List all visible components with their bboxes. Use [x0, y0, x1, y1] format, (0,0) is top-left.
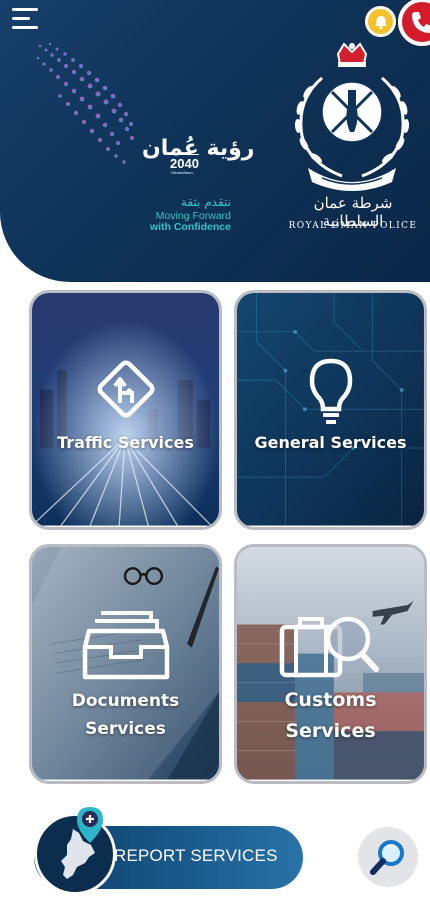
vision-sub: OmanVision — [171, 170, 193, 175]
bell-icon[interactable] — [365, 6, 396, 37]
customs-services-label: Customs Services — [237, 685, 424, 747]
lightbulb-icon — [237, 357, 424, 427]
general-services-card[interactable]: General Services — [234, 290, 427, 530]
vision-tagline-line2: with Confidence — [149, 221, 231, 233]
royal-oman-police-emblem — [294, 42, 410, 191]
documents-label-line1: Documents — [71, 691, 180, 711]
hamburger-menu-icon[interactable] — [12, 8, 42, 30]
general-services-label: General Services — [254, 433, 407, 452]
documents-label-line2: Services — [85, 719, 166, 739]
traffic-services-label: Traffic Services — [57, 433, 194, 452]
customs-label-line2: Services — [285, 720, 376, 742]
file-tray-icon — [32, 607, 219, 683]
header-banner: رؤية عُمان 2040 OmanVision نتقدم بثقة Mo… — [0, 0, 430, 282]
report-services-label: REPORT SERVICES — [114, 846, 278, 865]
vision-year: 2040 — [170, 154, 199, 171]
search-icon[interactable] — [358, 827, 418, 887]
vision-tagline-arabic: نتقدم بثقة — [180, 195, 231, 209]
documents-services-label: Documents Services — [32, 687, 219, 743]
customs-services-card[interactable]: Customs Services — [234, 544, 427, 784]
road-sign-icon — [32, 355, 219, 423]
documents-services-card[interactable]: Documents Services — [29, 544, 222, 784]
location-plus-pin-icon — [77, 807, 103, 843]
luggage-search-icon — [237, 611, 424, 681]
royal-oman-police-english: ROYAL OMAN POLICE — [288, 221, 418, 231]
traffic-services-card[interactable]: Traffic Services — [29, 290, 222, 530]
customs-label-line1: Customs — [284, 689, 377, 711]
